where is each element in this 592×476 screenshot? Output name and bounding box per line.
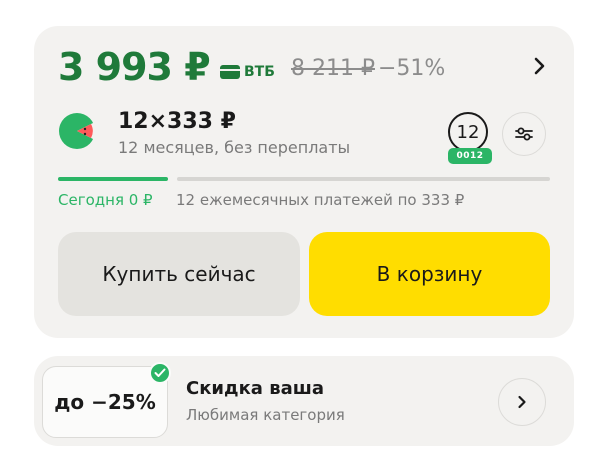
old-price: 8 211 ₽ bbox=[291, 56, 375, 81]
chevron-right-icon[interactable] bbox=[498, 378, 546, 426]
price-card: 3 993 ₽ ВТБ 8 211 ₽ −51% 12×333 ₽ 12 мес… bbox=[34, 26, 574, 338]
progress-today-segment bbox=[58, 177, 168, 181]
current-price: 3 993 ₽ bbox=[58, 45, 211, 89]
promo-title: Скидка ваша bbox=[186, 378, 325, 399]
buy-now-button[interactable]: Купить сейчас bbox=[58, 232, 300, 316]
discount-percent: −51% bbox=[378, 56, 446, 81]
installment-subtitle: 12 месяцев, без переплаты bbox=[118, 138, 351, 157]
promo-card[interactable]: до −25% Скидка ваша Любимая категория bbox=[34, 356, 574, 446]
bank-name: ВТБ bbox=[244, 64, 275, 80]
installment-amount: 12×333 ₽ bbox=[118, 109, 236, 134]
installment-row[interactable]: 12×333 ₽ 12 месяцев, без переплаты 12 00… bbox=[58, 108, 556, 168]
price-row: 3 993 ₽ ВТБ 8 211 ₽ −51% bbox=[58, 44, 556, 90]
check-icon bbox=[149, 362, 171, 384]
promo-subtitle: Любимая категория bbox=[186, 406, 345, 424]
payment-progress bbox=[58, 177, 550, 181]
progress-remaining-segment bbox=[177, 177, 550, 181]
sliders-icon[interactable] bbox=[502, 112, 546, 156]
add-to-cart-button[interactable]: В корзину bbox=[309, 232, 550, 316]
watermelon-icon bbox=[58, 112, 98, 150]
bank-card-icon bbox=[220, 65, 240, 79]
installment-term-badge: 0012 bbox=[448, 148, 492, 164]
chevron-right-icon[interactable] bbox=[528, 54, 552, 78]
bank-price-badge: ВТБ bbox=[220, 64, 275, 80]
today-payment-label: Сегодня 0 ₽ bbox=[58, 191, 153, 209]
monthly-payments-label: 12 ежемесячных платежей по 333 ₽ bbox=[176, 191, 465, 209]
installment-term-selector[interactable]: 12 bbox=[448, 112, 488, 152]
